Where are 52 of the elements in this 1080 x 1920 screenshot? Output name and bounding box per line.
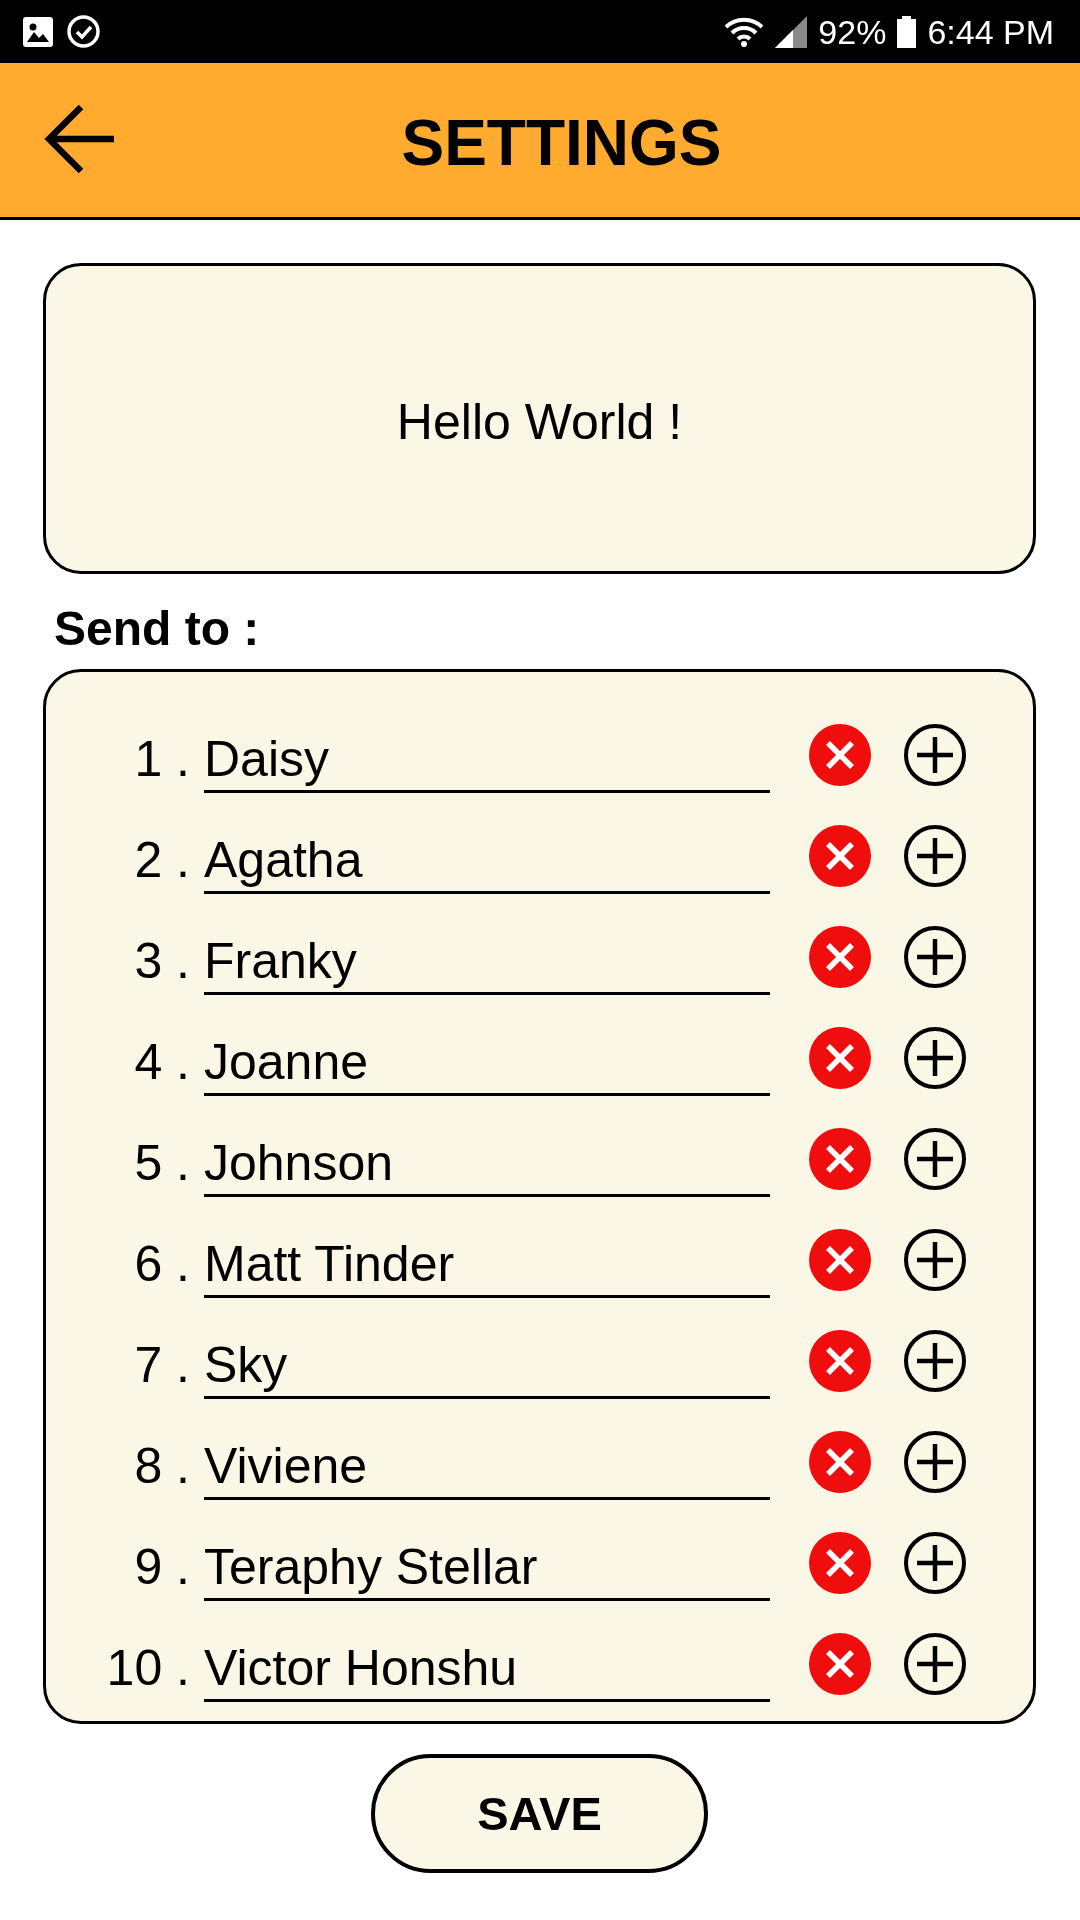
list-number: 1 . [133,730,190,789]
back-arrow-icon[interactable] [43,103,115,175]
list-number: 10 . [105,1639,190,1698]
list-number: 3 . [133,932,190,991]
battery-icon [897,15,917,48]
x-circle-icon[interactable] [809,1026,871,1089]
list-number: 5 . [133,1134,190,1193]
plus-circle-icon[interactable] [904,723,966,786]
list-number: 2 . [133,831,190,890]
name-field[interactable]: Joanne [204,1007,770,1096]
list-number: 8 . [133,1437,190,1496]
x-circle-icon[interactable] [809,1531,871,1594]
name-field[interactable]: Sky [204,1310,770,1399]
image-icon [23,16,53,47]
list-number: 4 . [133,1033,190,1092]
save-button[interactable]: SAVE [371,1754,708,1873]
x-circle-icon[interactable] [809,1329,871,1392]
plus-circle-icon[interactable] [904,1127,966,1190]
x-circle-icon[interactable] [809,723,871,786]
clock-time: 6:44 PM [927,11,1054,52]
name-field[interactable]: Johnson [204,1108,770,1197]
plus-circle-icon[interactable] [904,1329,966,1392]
name-field[interactable]: Franky [204,906,770,995]
x-circle-icon[interactable] [809,1228,871,1291]
signal-icon [775,15,808,48]
plus-circle-icon[interactable] [904,925,966,988]
list-number: 7 . [133,1336,190,1395]
x-circle-icon[interactable] [809,925,871,988]
section-label: Send to : [54,601,260,656]
wifi-icon [724,16,765,47]
name-field[interactable]: Agatha [204,805,770,894]
plus-circle-icon[interactable] [904,824,966,887]
battery-percentage: 92% [818,11,887,52]
message-field[interactable]: Hello World ! [43,263,1036,574]
name-field[interactable]: Viviene [204,1411,770,1500]
check-circle-icon [67,15,100,48]
plus-circle-icon[interactable] [904,1632,966,1695]
name-field[interactable]: Victor Honshu [204,1613,770,1702]
list-number: 6 . [133,1235,190,1294]
plus-circle-icon[interactable] [904,1228,966,1291]
plus-circle-icon[interactable] [904,1531,966,1594]
name-field[interactable]: Matt Tinder [204,1209,770,1298]
plus-circle-icon[interactable] [904,1430,966,1493]
plus-circle-icon[interactable] [904,1026,966,1089]
x-circle-icon[interactable] [809,824,871,887]
name-field[interactable]: Daisy [204,704,770,793]
name-field[interactable]: Teraphy Stellar [204,1512,770,1601]
screen-title: SETTINGS [401,111,722,175]
x-circle-icon[interactable] [809,1127,871,1190]
x-circle-icon[interactable] [809,1430,871,1493]
list-number: 9 . [133,1538,190,1597]
x-circle-icon[interactable] [809,1632,871,1695]
